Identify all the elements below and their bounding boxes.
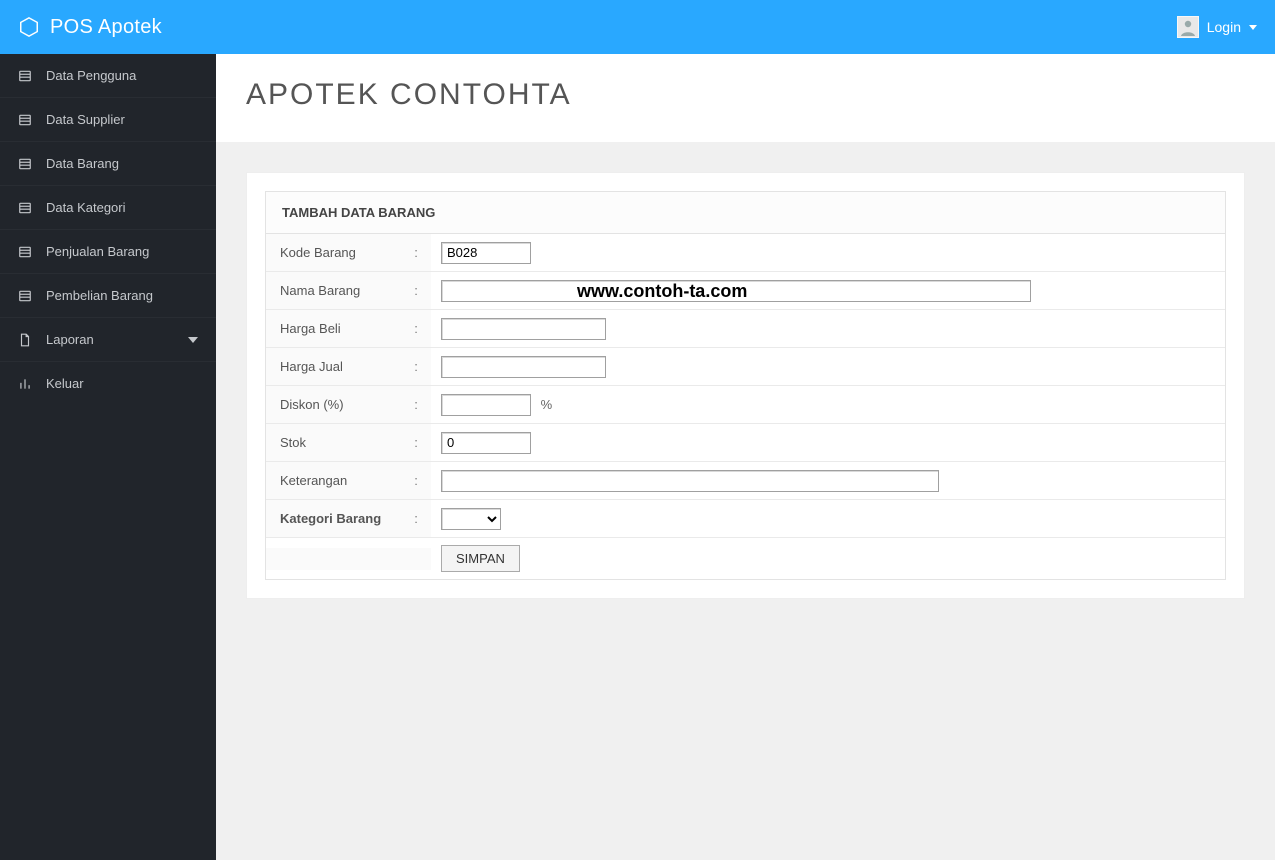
label-kode-barang: Kode Barang <box>266 234 401 271</box>
label-kategori-barang: Kategori Barang <box>266 500 401 537</box>
topbar: POS Apotek Login <box>0 0 1275 54</box>
list-icon <box>18 245 34 259</box>
sidebar-item-label: Penjualan Barang <box>46 244 149 259</box>
sidebar-item-data-supplier[interactable]: Data Supplier <box>0 97 216 141</box>
input-stok[interactable] <box>441 432 531 454</box>
input-diskon[interactable] <box>441 394 531 416</box>
sidebar-item-label: Data Kategori <box>46 200 126 215</box>
label-stok: Stok <box>266 424 401 461</box>
label-diskon: Diskon (%) <box>266 386 401 423</box>
form-card: TAMBAH DATA BARANG Kode Barang : Nama Ba… <box>265 191 1226 580</box>
sidebar-item-data-pengguna[interactable]: Data Pengguna <box>0 54 216 97</box>
list-icon <box>18 157 34 171</box>
row-kode-barang: Kode Barang : <box>266 234 1225 272</box>
sidebar-item-data-barang[interactable]: Data Barang <box>0 141 216 185</box>
sidebar: Data Pengguna Data Supplier Data Barang … <box>0 54 216 860</box>
list-icon <box>18 201 34 215</box>
list-icon <box>18 69 34 83</box>
row-harga-beli: Harga Beli : <box>266 310 1225 348</box>
list-icon <box>18 113 34 127</box>
label-harga-beli: Harga Beli <box>266 310 401 347</box>
brand-text: POS Apotek <box>50 16 162 39</box>
login-menu[interactable]: Login <box>1177 16 1257 38</box>
list-icon <box>18 289 34 303</box>
hexagon-icon <box>18 16 40 38</box>
main: APOTEK CONTOHTA TAMBAH DATA BARANG Kode … <box>216 54 1275 860</box>
colon: : <box>401 272 431 309</box>
row-nama-barang: Nama Barang : <box>266 272 1225 310</box>
simpan-button[interactable]: SIMPAN <box>441 545 520 572</box>
layout: Data Pengguna Data Supplier Data Barang … <box>0 54 1275 860</box>
chart-icon <box>18 377 34 391</box>
row-stok: Stok : <box>266 424 1225 462</box>
sidebar-item-label: Keluar <box>46 376 84 391</box>
brand[interactable]: POS Apotek <box>18 16 162 39</box>
colon: : <box>401 310 431 347</box>
row-submit: SIMPAN <box>266 538 1225 579</box>
colon: : <box>401 500 431 537</box>
page-title: APOTEK CONTOHTA <box>216 54 1275 142</box>
content: TAMBAH DATA BARANG Kode Barang : Nama Ba… <box>216 142 1275 860</box>
sidebar-item-penjualan-barang[interactable]: Penjualan Barang <box>0 229 216 273</box>
caret-down-icon <box>1249 25 1257 30</box>
input-kode-barang[interactable] <box>441 242 531 264</box>
colon: : <box>401 462 431 499</box>
label-harga-jual: Harga Jual <box>266 348 401 385</box>
row-kategori-barang: Kategori Barang : <box>266 500 1225 538</box>
chevron-down-icon <box>188 335 198 345</box>
login-label: Login <box>1207 19 1241 35</box>
sidebar-item-keluar[interactable]: Keluar <box>0 361 216 405</box>
sidebar-item-laporan[interactable]: Laporan <box>0 317 216 361</box>
colon: : <box>401 424 431 461</box>
sidebar-item-label: Laporan <box>46 332 94 347</box>
sidebar-item-label: Pembelian Barang <box>46 288 153 303</box>
sidebar-item-label: Data Supplier <box>46 112 125 127</box>
sidebar-item-label: Data Pengguna <box>46 68 136 83</box>
diskon-suffix: % <box>541 397 553 412</box>
row-diskon: Diskon (%) : % <box>266 386 1225 424</box>
form-title: TAMBAH DATA BARANG <box>266 192 1225 234</box>
label-keterangan: Keterangan <box>266 462 401 499</box>
select-kategori-barang[interactable] <box>441 508 501 530</box>
label-nama-barang: Nama Barang <box>266 272 401 309</box>
row-keterangan: Keterangan : <box>266 462 1225 500</box>
input-harga-jual[interactable] <box>441 356 606 378</box>
colon: : <box>401 348 431 385</box>
input-harga-beli[interactable] <box>441 318 606 340</box>
sidebar-item-pembelian-barang[interactable]: Pembelian Barang <box>0 273 216 317</box>
sidebar-item-label: Data Barang <box>46 156 119 171</box>
panel: TAMBAH DATA BARANG Kode Barang : Nama Ba… <box>246 172 1245 599</box>
row-harga-jual: Harga Jual : <box>266 348 1225 386</box>
input-keterangan[interactable] <box>441 470 939 492</box>
file-icon <box>18 333 34 347</box>
avatar <box>1177 16 1199 38</box>
sidebar-item-data-kategori[interactable]: Data Kategori <box>0 185 216 229</box>
input-nama-barang[interactable] <box>441 280 1031 302</box>
colon: : <box>401 234 431 271</box>
colon: : <box>401 386 431 423</box>
